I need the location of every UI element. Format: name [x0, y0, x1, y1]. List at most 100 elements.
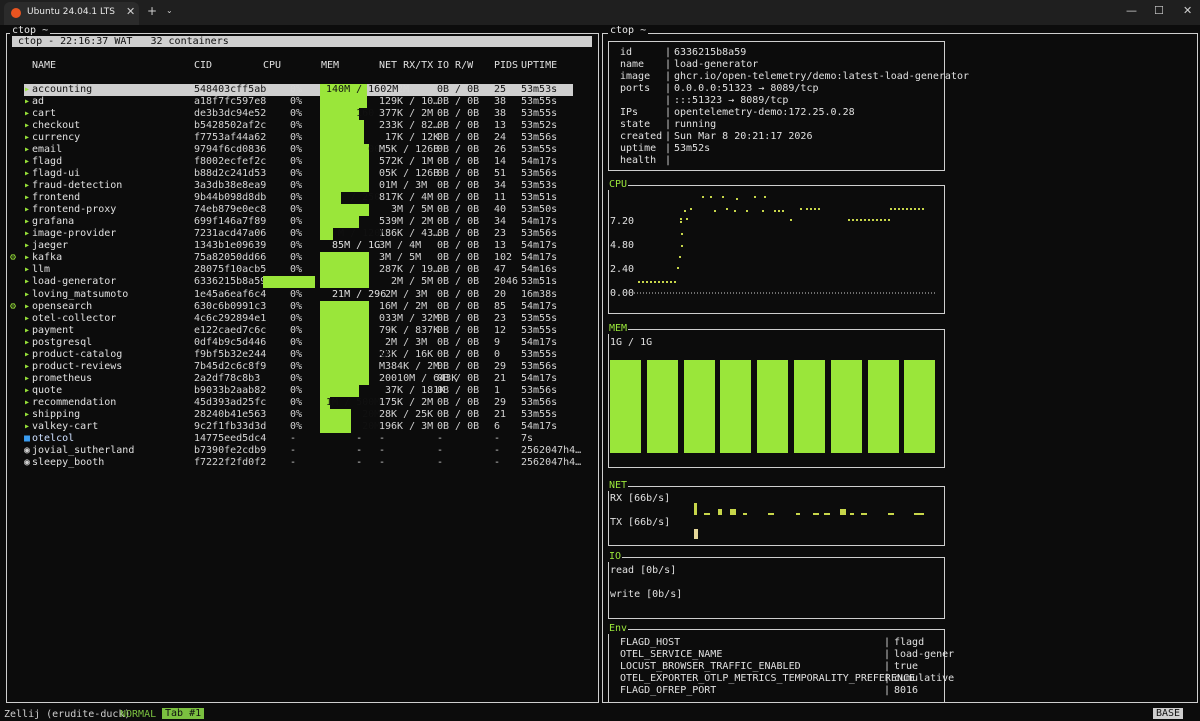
- table-row[interactable]: ▸ postgresql 0df4b9c5d446 0% 2M / 3M 0B / 0B…: [0, 336, 597, 349]
- info-key: uptime: [620, 143, 657, 154]
- uptime-value: 53m53s: [521, 180, 558, 192]
- table-row[interactable]: ▸ loving_matsumoto 1e45a6eaf6c4 0% 2M / 3M 0…: [0, 289, 597, 301]
- net-rx-bar: [888, 513, 894, 515]
- cpu-point: [790, 219, 792, 221]
- mem-value: 00: [320, 144, 381, 156]
- table-row[interactable]: ▸ accounting 548403cff5ab 0% / 2M 0B / 0B 25 5…: [0, 84, 597, 96]
- table-row[interactable]: ▸ cart de3b3dc94e52 0% 377K / 2M 0B / 0B 38 53m…: [0, 108, 597, 121]
- column-header-cpu[interactable]: CPU: [263, 60, 281, 71]
- env-key: LOCUST_BROWSER_TRAFFIC_ENABLED: [620, 661, 801, 672]
- status-icon: ▸: [24, 168, 31, 180]
- cpu-point: [734, 210, 736, 212]
- cpu-panel-label: CPU: [608, 179, 629, 190]
- table-row[interactable]: ◉ sleepy_booth f7222f2fd0f2- - - -2562047h4… …: [0, 457, 597, 469]
- close-window-icon[interactable]: ✕: [1183, 4, 1192, 17]
- io-value: 0B / 0B: [437, 84, 480, 96]
- net-value: 3M / 5M: [379, 252, 422, 264]
- column-header-mem[interactable]: MEM: [321, 60, 339, 71]
- cpu-point: [646, 281, 648, 283]
- table-row[interactable]: ▸ load-generator 6336215b8a59 2M / 5M 0B / …: [0, 276, 597, 289]
- status-icon: ▸: [24, 408, 31, 420]
- table-row[interactable]: ▸ fraud-detection 3a3db38e8ea9 0% 01M / 3M 0B…: [0, 180, 597, 193]
- table-row[interactable]: ▸ frontend 9b44b098d8db 0% 817K / 4M 0B / 0B 1…: [0, 192, 597, 205]
- column-header-pids[interactable]: PIDS: [494, 60, 518, 71]
- cpu-point: [710, 196, 712, 198]
- table-row[interactable]: ▸ product-catalog f9bf5b32e244 0% 23K / 16K 0…: [0, 348, 597, 361]
- zellij-tab[interactable]: Tab #1: [162, 708, 205, 719]
- io-value: 0B / 0B: [437, 300, 480, 312]
- pids-value: 6: [494, 420, 501, 432]
- column-header-name[interactable]: NAME: [32, 60, 56, 71]
- mem-value: 140M / 1602M: [320, 84, 399, 95]
- table-row[interactable]: ▸ llm 28075f10acb5 0% 287K / 19… 0B / 0B 47 54m…: [0, 264, 597, 277]
- uptime-value: 54m17s: [521, 420, 558, 432]
- table-row[interactable]: ▸ ad a18f7fc597e8 0% 129K / 10… 0B / 0B 38 53m5…: [0, 96, 597, 109]
- container-name: jovial_sutherland: [32, 444, 135, 456]
- mem-gauge: / 250: [320, 192, 380, 205]
- minimize-icon[interactable]: —: [1126, 4, 1137, 17]
- table-row[interactable]: ▸ checkout b5428502af2c 0% 233K / 82… 0B / 0B…: [0, 120, 597, 133]
- env-separator: |: [884, 649, 891, 660]
- column-header-uptime[interactable]: UPTIME: [521, 60, 557, 71]
- table-row[interactable]: ▸ quote b9033b2aab82 0% 37K / 181K 0B / 0B 1 5…: [0, 384, 597, 397]
- table-row[interactable]: ▸ image-provider 7231acd47a06 0% 186K / 43… 0…: [0, 228, 597, 241]
- net-value: 2M / 3M: [379, 336, 428, 348]
- io-value: 0B / 0B: [437, 132, 480, 144]
- uptime-value: 53m55s: [521, 408, 558, 420]
- column-header-cid[interactable]: CID: [194, 60, 212, 71]
- cpu-value: 0%: [290, 204, 303, 216]
- cpu-value: 0%: [290, 108, 303, 120]
- mem-history-bar: [757, 360, 789, 453]
- uptime-value: 16m38s: [521, 288, 558, 300]
- new-tab-icon[interactable]: +: [147, 4, 157, 18]
- table-row[interactable]: ▸ recommendation 45d393ad25fc 0% 175K / 2M 0B…: [0, 396, 597, 409]
- io-value: 0B / 0B: [437, 192, 480, 204]
- info-key: name: [620, 59, 645, 70]
- table-row[interactable]: ⚙ ▸ kafka 75a82050dd66 0% 3M / 5M 0B / 0B 102 54…: [0, 252, 597, 265]
- pids-value: 23: [494, 228, 507, 240]
- table-row[interactable]: ▸ product-reviews 7b45d2c6c8f9 0% M384K / 2M…: [0, 360, 597, 373]
- tab-dropdown-icon[interactable]: ⌄: [166, 6, 173, 15]
- env-separator: |: [884, 673, 891, 684]
- container-id: f9bf5b32e244: [194, 348, 267, 360]
- cpu-point: [674, 281, 676, 283]
- container-id: b7390fe2cdb9: [194, 444, 267, 456]
- table-row[interactable]: ▸ otel-collector 4c6c292894e1 0% 033M / 32M 0…: [0, 312, 597, 325]
- table-row[interactable]: ▸ currency f7753af44a62 0% 17K / 12K 0B / 0B…: [0, 132, 597, 145]
- table-row[interactable]: ▸ valkey-cart 9c2f1fb33d3d 0% 196K / 3M 0B / …: [0, 420, 597, 433]
- info-separator: |: [665, 83, 672, 94]
- table-row[interactable]: ▸ email 9794f6cd0836 0% M5K / 126B 0B / 0B 26 5…: [0, 144, 597, 157]
- cpu-point: [662, 281, 664, 283]
- io-value: 0B / 0B: [437, 312, 480, 324]
- table-row[interactable]: ▸ payment e122caed7c6c 0% 79K / 837K 0B / 0B 1…: [0, 324, 597, 337]
- info-key: health: [620, 155, 657, 166]
- column-header-io[interactable]: IO R/W: [437, 60, 473, 71]
- io-value: 0B / 0B: [437, 408, 480, 420]
- cpu-point: [880, 219, 882, 221]
- net-value: 033M / 32M: [379, 312, 440, 324]
- maximize-icon[interactable]: ☐: [1154, 4, 1164, 17]
- ubuntu-icon: [11, 8, 21, 18]
- table-row[interactable]: ⚙ ▸ opensearch 630c6b0991c3 0% 16M / 2M 0B / 0…: [0, 300, 597, 313]
- terminal-tab[interactable]: Ubuntu 24.04.1 LTS ✕: [4, 2, 139, 25]
- tab-close-icon[interactable]: ✕: [126, 5, 135, 18]
- net-rx-bar: [824, 513, 830, 515]
- table-row[interactable]: ▸ jaeger 1343b1e09639 0% 3M / 4M 0B / 0B 13 54m…: [0, 240, 597, 252]
- table-row[interactable]: ▸ grafana 699f146a7f89 0% 539M / 2M 0B / 0B 34…: [0, 216, 597, 229]
- table-row[interactable]: ▸ prometheus 2a2df78c8b3 0% 20010M / 643K 0B …: [0, 372, 597, 385]
- column-header-net[interactable]: NET RX/TX: [379, 60, 433, 71]
- uptime-value: 53m53s: [521, 84, 558, 96]
- table-row[interactable]: ▸ shipping 28240b41e563 0% 28K / 25K 0B / 0B 2…: [0, 408, 597, 421]
- mem-gauge: 20M: [320, 420, 380, 433]
- uptime-value: 54m17s: [521, 336, 558, 348]
- cpu-point: [726, 208, 728, 210]
- table-row[interactable]: ▸ frontend-proxy 74eb879e0ec8 0% 3M / 5M 0B …: [0, 204, 597, 217]
- table-row[interactable]: ▸ flagd f8002ecfef2c 0% 572K / 1M 0B / 0B 14 54…: [0, 156, 597, 169]
- cpu-point: [782, 210, 784, 212]
- table-row[interactable]: ▸ flagd-ui b88d2c241d53 0% 05K / 126B 0B / 0B…: [0, 168, 597, 181]
- table-row[interactable]: ◉ jovial_sutherland b7390fe2cdb9 - - - - 256204…: [0, 445, 597, 457]
- mem-value: 1M / 500M: [320, 396, 381, 408]
- table-row[interactable]: ■ otelcol 14775eed5dc4 - - - - 7s -: [0, 433, 597, 445]
- cpu-point: [864, 219, 866, 221]
- status-icon: ▸: [24, 252, 31, 264]
